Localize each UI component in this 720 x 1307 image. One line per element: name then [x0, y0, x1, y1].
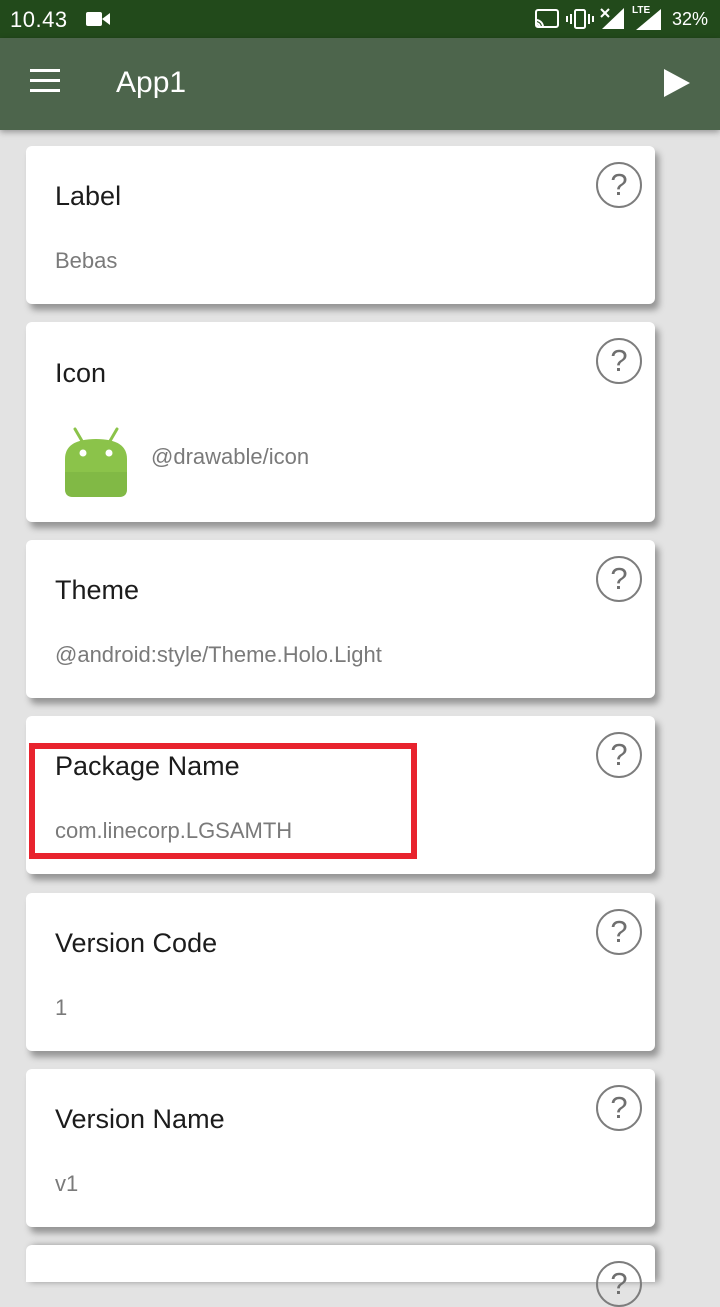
signal-no-data-icon: [600, 8, 624, 29]
status-icons: LTE 32%: [534, 5, 708, 31]
vibrate-icon: [565, 9, 594, 29]
card-value: @android:style/Theme.Holo.Light: [55, 642, 382, 667]
card-icon[interactable]: Icon @drawable/icon ?: [26, 322, 655, 522]
card-version-code[interactable]: Version Code 1 ?: [26, 893, 655, 1051]
card-theme[interactable]: Theme @android:style/Theme.Holo.Light ?: [26, 540, 655, 698]
android-app-icon: [65, 427, 127, 497]
card-title: Version Name: [55, 1104, 225, 1134]
help-icon[interactable]: ?: [596, 338, 642, 384]
highlight-box: [29, 743, 417, 859]
card-version-name[interactable]: Version Name v1 ?: [26, 1069, 655, 1227]
card-value: Bebas: [55, 248, 118, 273]
card-value: v1: [55, 1171, 79, 1196]
play-icon[interactable]: [660, 66, 692, 100]
card-label[interactable]: Label Bebas ?: [26, 146, 655, 304]
card-title: Icon: [55, 358, 107, 388]
card-value: 1: [55, 995, 68, 1020]
card-title: Version Code: [55, 928, 218, 958]
app-bar: App1: [0, 38, 720, 130]
card-title: Theme: [55, 575, 140, 605]
video-record-icon: [86, 12, 110, 26]
status-bar: 10.43 LTE 32%: [0, 0, 720, 38]
help-icon[interactable]: ?: [596, 732, 642, 778]
help-icon[interactable]: ?: [596, 1085, 642, 1131]
card-value: @drawable/icon: [151, 444, 310, 469]
status-time: 10.43: [10, 7, 68, 32]
help-icon[interactable]: ?: [596, 1261, 642, 1307]
cast-icon: [534, 9, 559, 28]
battery-percent: 32%: [671, 8, 708, 29]
app-title: App1: [116, 66, 187, 99]
help-icon[interactable]: ?: [596, 909, 642, 955]
card-title: Label: [55, 181, 122, 211]
help-icon[interactable]: ?: [596, 556, 642, 602]
lte-signal-icon: LTE: [632, 5, 662, 31]
hamburger-menu-icon[interactable]: [26, 66, 64, 96]
card-partial[interactable]: ?: [26, 1245, 655, 1307]
help-icon[interactable]: ?: [596, 162, 642, 208]
